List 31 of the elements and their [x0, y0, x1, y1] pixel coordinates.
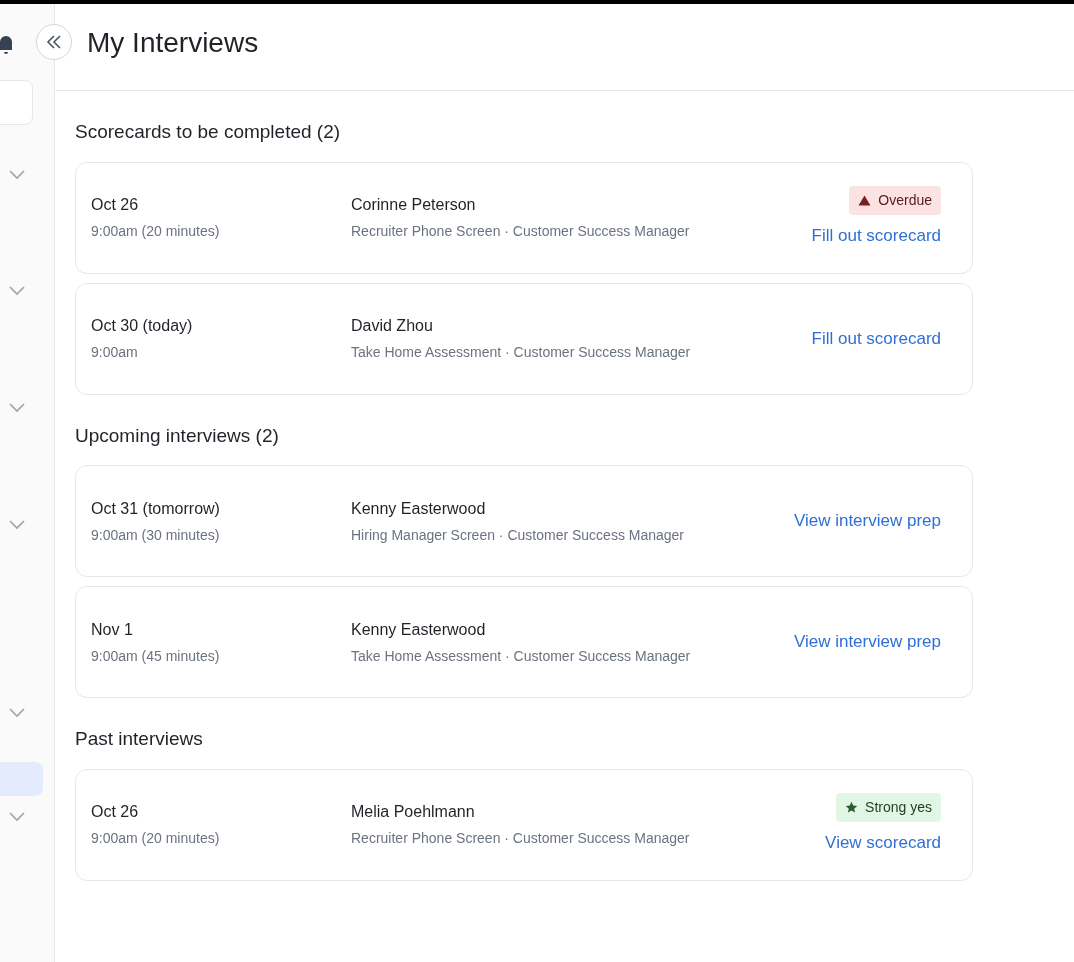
interview-time: 9:00am (30 minutes) [91, 525, 221, 545]
interview-date: Oct 31 (tomorrow) [91, 498, 221, 519]
interview-date: Oct 26 [91, 195, 140, 215]
candidate-name: Kenny Easterwood [351, 619, 487, 640]
section-heading: Past interviews [75, 727, 204, 751]
action-link[interactable]: View scorecard [825, 830, 941, 856]
interview-details: Recruiter Phone Screen · Customer Success Manager [351, 829, 691, 848]
interview-date: Oct 26 [91, 802, 140, 822]
candidate-name: Melia Poehlmann [351, 802, 476, 822]
candidate-name: Corinne Peterson [351, 195, 477, 215]
candidate-name: David Zhou [351, 316, 434, 336]
interview-date: Nov 1 [91, 619, 134, 640]
page-title: My Interviews [87, 26, 259, 60]
interview-details: Recruiter Phone Screen · Customer Success Manager [351, 222, 691, 241]
interview-details: Take Home Assessment · Customer Success Manager [351, 646, 692, 666]
status-badge: Overdue [849, 186, 941, 216]
interview-details: Take Home Assessment · Customer Success Manager [351, 343, 692, 362]
action-link[interactable]: Fill out scorecard [811, 325, 941, 352]
status-badge: Strong yes [836, 793, 941, 823]
interview-time: 9:00am (20 minutes) [91, 829, 221, 848]
interview-time: 9:00am [91, 343, 139, 362]
interview-time: 9:00am (20 minutes) [91, 222, 221, 241]
action-link[interactable]: View interview prep [793, 508, 941, 534]
action-link[interactable]: View interview prep [793, 629, 941, 655]
section-heading: Upcoming interviews (2) [75, 423, 280, 448]
interview-details: Hiring Manager Screen · Customer Success Manager [351, 525, 686, 545]
interview-date: Oct 30 (today) [91, 316, 194, 336]
action-link[interactable]: Fill out scorecard [811, 223, 941, 249]
section-heading: Scorecards to be completed (2) [75, 120, 342, 144]
interview-time: 9:00am (45 minutes) [91, 646, 221, 666]
candidate-name: Kenny Easterwood [351, 498, 487, 519]
